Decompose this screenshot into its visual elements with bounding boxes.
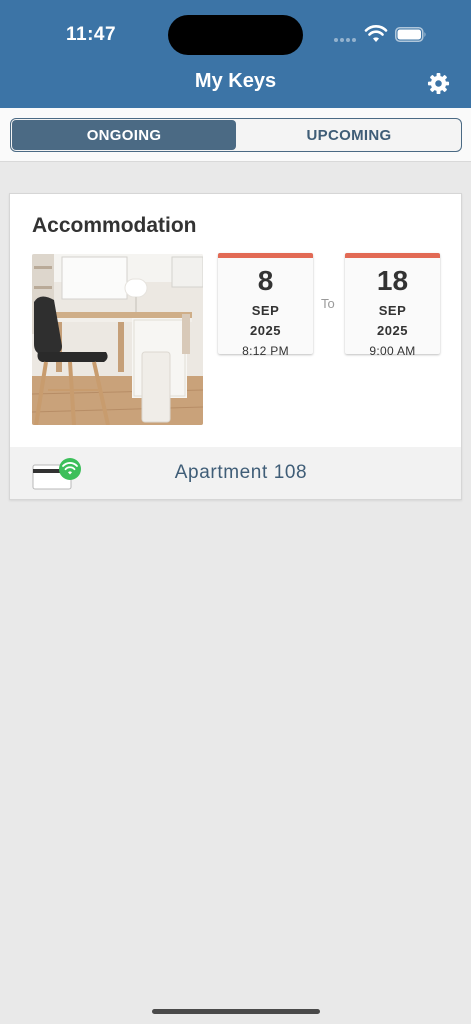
wifi-icon (364, 25, 388, 42)
accommodation-photo (32, 254, 203, 425)
booking-card[interactable]: Accommodation 8 SEP 2025 8:12 PM To 18 S… (9, 193, 462, 500)
checkout-date: 18 SEP 2025 9:00 AM (345, 253, 440, 358)
booking-title: Accommodation (32, 214, 197, 237)
segmented-control: ONGOING UPCOMING (10, 118, 462, 152)
tab-bar-container: ONGOING UPCOMING (0, 108, 471, 162)
top-bar: 11:47 My Keys (0, 0, 471, 108)
battery-icon (395, 27, 426, 42)
dynamic-island (168, 15, 303, 55)
checkout-year: 2025 (377, 323, 408, 338)
checkin-date: 8 SEP 2025 8:12 PM (218, 253, 313, 358)
cellular-signal-icon (334, 38, 356, 42)
checkin-day: 8 (257, 265, 274, 296)
page-title: My Keys (194, 70, 277, 92)
tab-ongoing[interactable]: ONGOING (12, 120, 236, 150)
status-time: 11:47 (66, 24, 117, 45)
home-indicator (152, 1009, 320, 1014)
key-row[interactable]: Apartment 108 (10, 447, 461, 499)
tab-upcoming[interactable]: UPCOMING (237, 119, 461, 151)
checkin-time: 8:12 PM (242, 344, 289, 358)
gear-icon[interactable] (427, 72, 450, 95)
checkout-day: 18 (376, 265, 409, 296)
checkout-month: SEP (378, 303, 407, 318)
checkin-year: 2025 (250, 323, 281, 338)
date-separator: To (321, 296, 335, 311)
key-name: Apartment 108 (174, 462, 308, 483)
checkout-time: 9:00 AM (369, 344, 416, 358)
checkin-month: SEP (251, 303, 280, 318)
